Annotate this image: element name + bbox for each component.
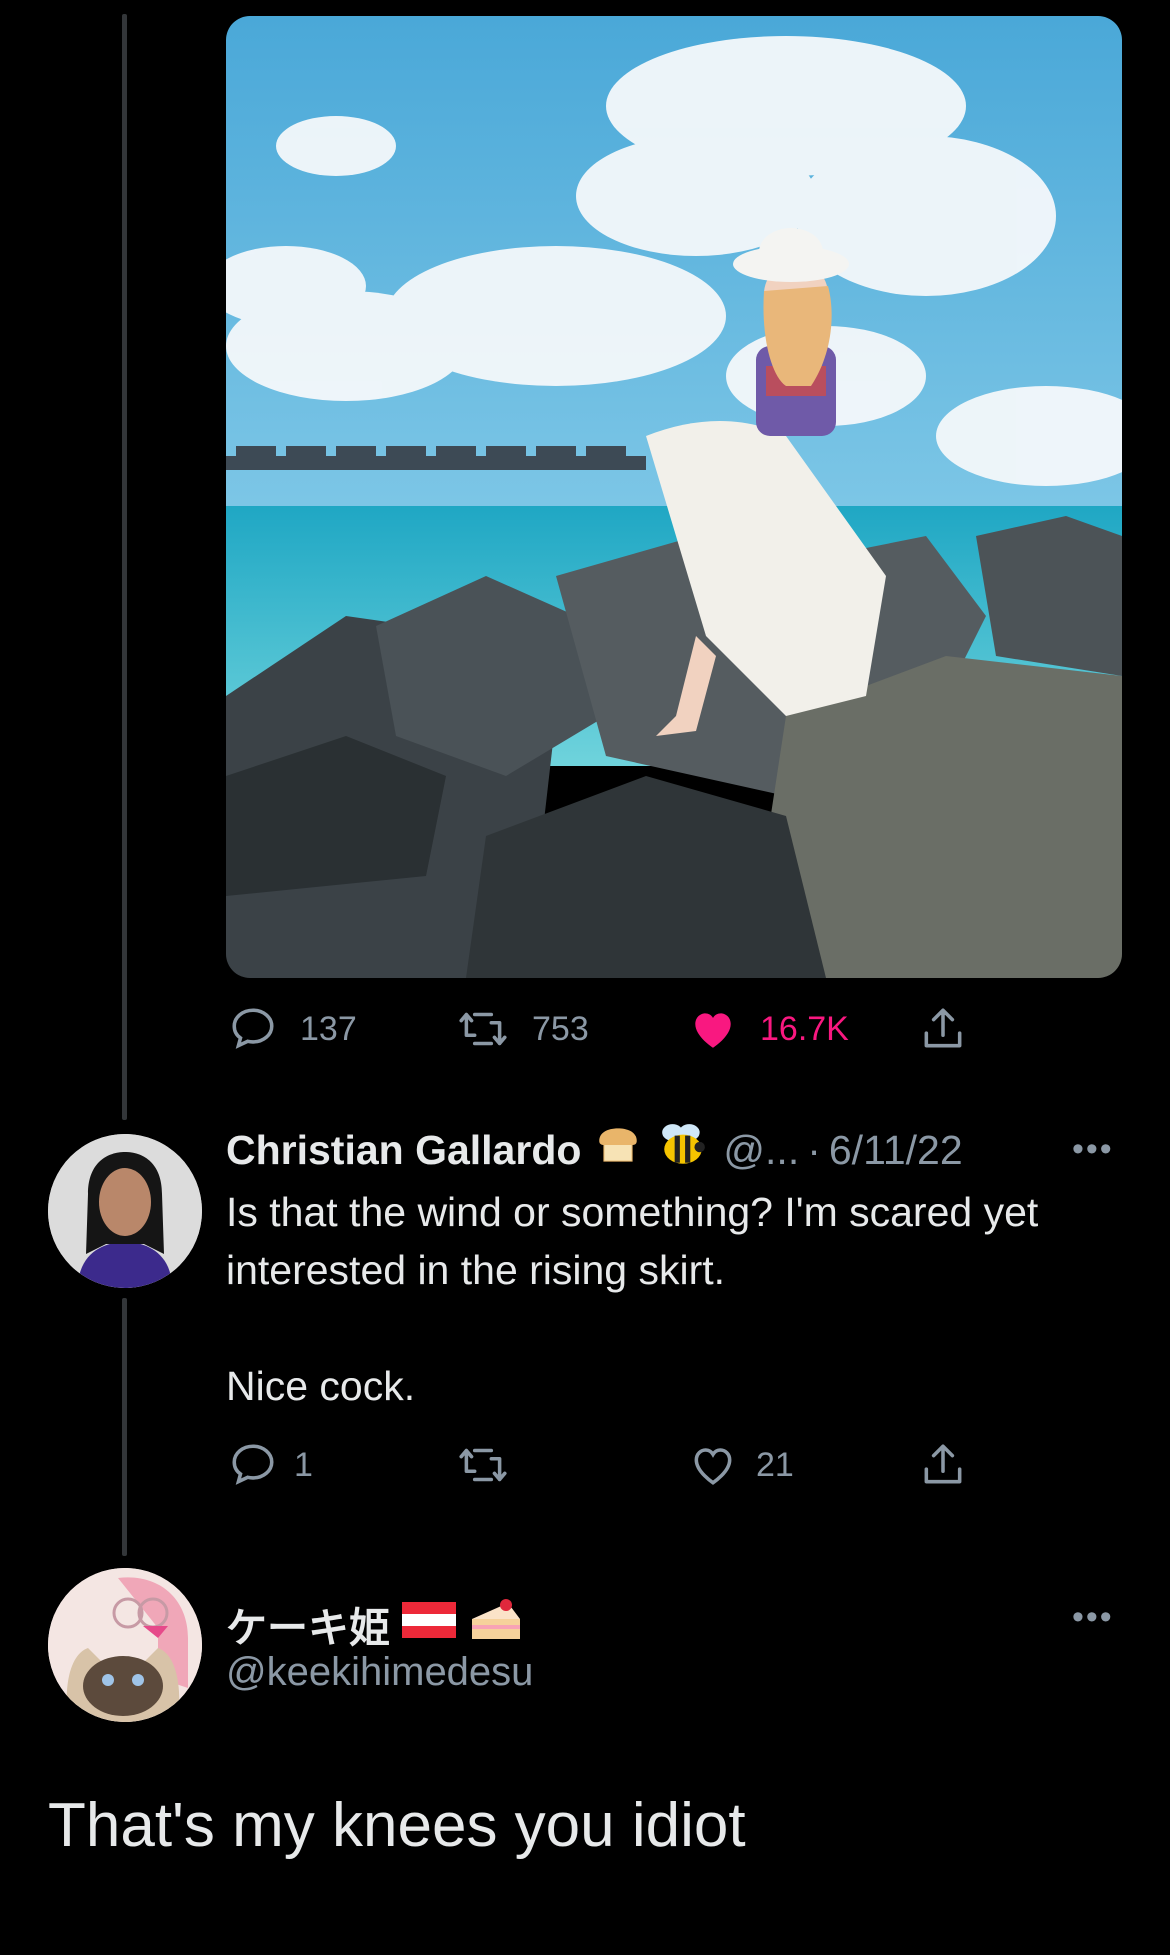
thread-line-reply — [122, 1298, 127, 1556]
reply-action-reply[interactable]: 1 — [228, 1440, 313, 1490]
share-icon — [924, 1008, 962, 1048]
reply-header: Christian Gallardo @... · 6/11/22 — [226, 1120, 963, 1180]
share-action-reply[interactable] — [918, 1440, 968, 1490]
focused-tweet-author: ケーキ姫 — [226, 1594, 524, 1654]
avatar-keekihime[interactable] — [48, 1568, 202, 1722]
reply-text: Is that the wind or something? I'm scare… — [226, 1183, 1126, 1415]
focused-tweet-handle[interactable]: @keekihimedesu — [226, 1650, 533, 1695]
reply-count-reply: 1 — [294, 1445, 313, 1484]
like-action-reply[interactable]: 21 — [688, 1440, 794, 1490]
reply-icon — [232, 1444, 274, 1485]
share-icon — [924, 1444, 962, 1484]
retweet-count-main: 753 — [532, 1009, 589, 1048]
tweet-photo[interactable] — [226, 16, 1122, 978]
cat-avatar-illustration — [48, 1568, 202, 1722]
retweet-action-reply[interactable] — [456, 1440, 510, 1490]
share-action-main[interactable] — [918, 1004, 968, 1054]
person-avatar-illustration — [48, 1134, 202, 1288]
bread-emoji — [593, 1120, 643, 1180]
avatar-christian[interactable] — [48, 1134, 202, 1288]
reply-handle[interactable]: @... — [723, 1127, 799, 1174]
dot-separator: · — [807, 1126, 821, 1173]
focused-tweet-author-name[interactable]: ケーキ姫 — [226, 1594, 390, 1654]
like-count-main: 16.7K — [760, 1009, 849, 1048]
austria-flag-emoji — [402, 1601, 456, 1648]
thread-line-top — [122, 14, 127, 1120]
focused-tweet-more-icon[interactable]: ••• — [1072, 1598, 1114, 1637]
retweet-action-main[interactable]: 753 — [456, 1004, 589, 1054]
retweet-icon — [459, 1012, 507, 1046]
reply-icon — [232, 1008, 274, 1049]
like-count-reply: 21 — [756, 1445, 794, 1484]
reply-action-main[interactable]: 137 — [228, 1004, 357, 1054]
reply-date[interactable]: 6/11/22 — [829, 1127, 963, 1174]
cake-emoji — [468, 1595, 524, 1653]
reply-author-name[interactable]: Christian Gallardo — [226, 1127, 581, 1174]
heart-filled-icon — [695, 1013, 731, 1048]
reply-text-paragraph-2: Nice cock. — [226, 1363, 416, 1409]
bee-emoji — [655, 1120, 711, 1180]
beach-photo-illustration — [226, 16, 1122, 978]
reply-more-icon[interactable]: ••• — [1072, 1130, 1114, 1169]
focused-tweet-text: That's my knees you idiot — [48, 1791, 746, 1860]
reply-text-paragraph-1: Is that the wind or something? I'm scare… — [226, 1189, 1039, 1293]
retweet-icon — [459, 1448, 507, 1482]
heart-outline-icon — [694, 1448, 732, 1485]
reply-count-main: 137 — [300, 1009, 357, 1048]
like-action-main[interactable]: 16.7K — [688, 1004, 849, 1054]
